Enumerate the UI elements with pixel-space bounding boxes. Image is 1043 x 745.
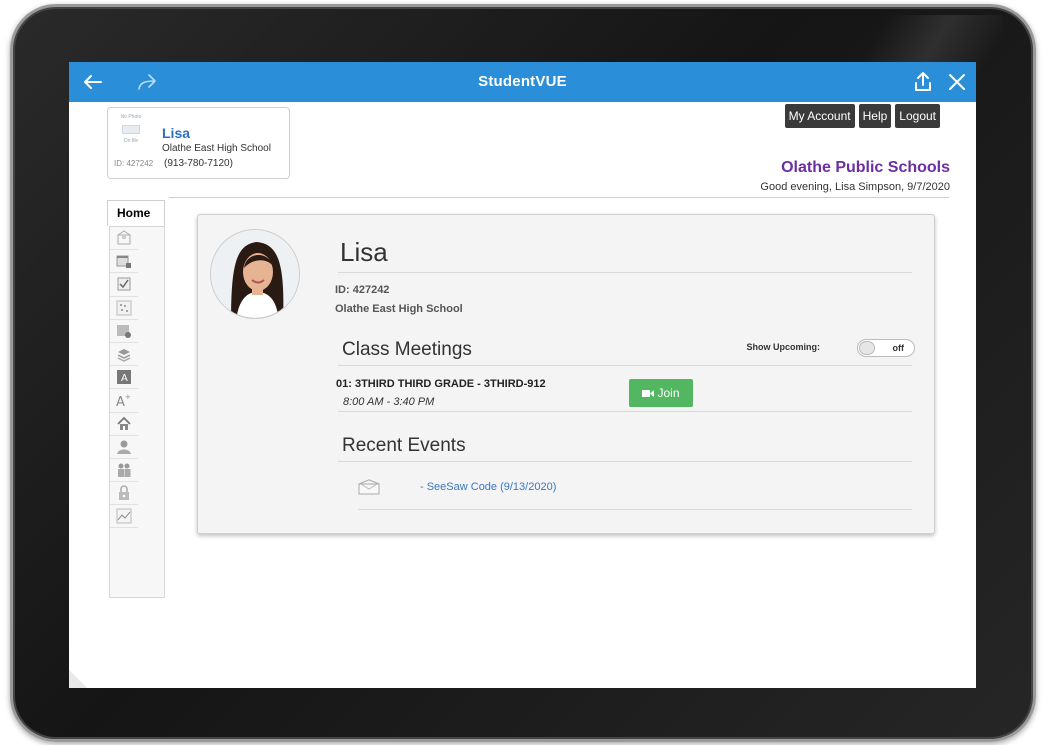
no-photo-placeholder: No Photo On file [114,114,148,158]
join-button-label: Join [657,386,680,400]
calendar-lock-icon[interactable] [110,250,138,274]
student-card-id: ID: 427242 [114,159,154,168]
logout-button[interactable]: Logout [895,104,940,128]
no-photo-text: No Photo [120,114,142,120]
envelope-icon [358,479,380,495]
screen-corner [69,670,87,688]
profile-school: Olathe East High School [335,303,463,315]
show-upcoming-label: Show Upcoming: [746,342,821,352]
app-screen: StudentVUE No Photo On file Lisa Olathe … [69,62,976,688]
help-button[interactable]: Help [858,104,892,128]
svg-text:A: A [121,373,128,384]
app-title: StudentVUE [478,73,567,90]
side-nav: A A + [109,226,165,598]
profile-id: ID: 427242 [335,284,390,296]
class-meetings-title: Class Meetings [342,339,472,360]
grade-plus-icon[interactable]: A + [110,389,138,413]
meeting-title: 01: 3THIRD THIRD GRADE - 3THIRD-912 [336,378,546,390]
home-panel: Lisa ID: 427242 Olathe East High School … [197,214,935,534]
student-card-phone: (913-780-7120) [164,158,233,169]
parents-icon[interactable] [110,459,138,483]
mail-icon[interactable] [110,227,138,251]
share-icon[interactable] [911,70,935,94]
toggle-state-label: off [892,343,905,353]
svg-text:A: A [116,395,125,408]
report-card-icon[interactable] [110,320,138,343]
greeting-text: Good evening, Lisa Simpson, 9/7/2020 [760,181,950,193]
meeting-time: 8:00 AM - 3:40 PM [343,396,435,408]
profile-name: Lisa [340,237,388,267]
recent-events-title: Recent Events [342,435,466,456]
attendance-check-icon[interactable] [110,273,138,297]
on-file-text: On file [123,138,139,144]
meetings-divider [338,365,912,366]
student-card-name[interactable]: Lisa [162,125,190,141]
toggle-knob [859,341,875,355]
student-card-school: Olathe East High School [162,143,271,154]
svg-text:+: + [125,393,131,401]
event-link[interactable]: - SeeSaw Code (9/13/2020) [420,481,556,493]
home-icon[interactable] [110,413,138,436]
books-icon[interactable] [110,343,138,367]
close-icon[interactable] [945,70,969,94]
district-name: Olathe Public Schools [781,159,950,176]
top-bar: StudentVUE [69,62,976,102]
profile-divider [338,272,912,273]
student-card[interactable]: No Photo On file Lisa Olathe East High S… [107,107,290,179]
event-item: - SeeSaw Code (9/13/2020) [358,479,556,495]
meeting-row-divider [338,411,912,412]
show-upcoming-toggle[interactable]: off [857,339,915,357]
event-row-divider [358,509,912,510]
lock-icon[interactable] [110,482,138,506]
chart-icon[interactable] [110,505,138,529]
grid-dots-icon[interactable] [110,297,138,320]
video-camera-icon [642,389,655,397]
join-button[interactable]: Join [629,379,693,407]
my-account-button[interactable]: My Account [784,104,855,128]
student-info-icon[interactable] [110,436,138,459]
tab-home[interactable]: Home [107,200,165,226]
student-avatar [210,229,300,319]
events-divider [338,461,912,462]
placeholder-image-icon [122,125,140,134]
gradebook-a-icon[interactable]: A [110,366,138,390]
header-divider [169,197,949,198]
account-buttons: My Account Help Logout [784,104,940,128]
